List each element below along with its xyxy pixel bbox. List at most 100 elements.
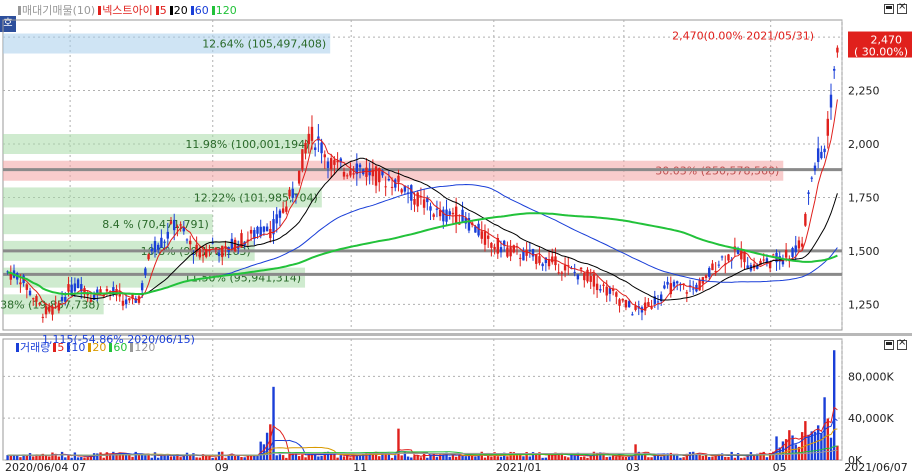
volume-bar	[406, 456, 410, 460]
candle-body	[493, 246, 496, 250]
volume-bar	[166, 455, 169, 460]
volume-bar	[400, 455, 403, 460]
candle-body	[823, 148, 826, 153]
volume-bar	[301, 454, 304, 460]
volume-bar	[336, 457, 339, 460]
candle-body	[346, 175, 349, 177]
volume-bar	[692, 451, 695, 460]
volume-bar	[73, 452, 77, 460]
candle-body	[663, 285, 666, 289]
volume-bar	[128, 454, 131, 460]
volume-bar	[198, 457, 202, 460]
candle-body	[676, 281, 679, 284]
candle-body	[624, 299, 628, 308]
candle-body	[288, 189, 291, 197]
candle-body	[352, 173, 355, 175]
volume-bar	[397, 428, 400, 460]
volume-bar	[454, 456, 458, 460]
candle-body	[711, 263, 714, 271]
volume-bar	[676, 455, 679, 460]
volume-bar	[483, 457, 487, 460]
volume-bar	[804, 421, 807, 460]
volume-bar	[413, 455, 416, 460]
volume-bar	[169, 456, 173, 460]
volume-bar	[794, 444, 797, 460]
candle-body	[576, 274, 580, 280]
candle-body	[442, 209, 445, 222]
volume-bar	[579, 456, 583, 460]
candle-body	[150, 248, 153, 252]
volume-bar	[567, 457, 570, 460]
candle-body	[320, 142, 323, 154]
volume-bar	[64, 457, 67, 460]
price-axis-label: 2,250	[848, 85, 880, 98]
volume-bar	[96, 453, 99, 460]
volume-bar	[259, 441, 262, 460]
candle-body	[762, 259, 765, 261]
candle-body	[708, 268, 711, 277]
volume-bar	[464, 456, 467, 460]
volume-bar	[419, 457, 423, 460]
candle-body	[454, 206, 458, 223]
volume-bar	[682, 457, 685, 460]
date-axis-label: 2021/06/07	[844, 461, 907, 474]
volume-bar	[615, 456, 618, 460]
candle-body	[631, 314, 634, 316]
volume-bar	[650, 457, 653, 460]
candle-body	[304, 142, 307, 154]
volume-profile-label: 11.98% (100,001,194)	[185, 138, 309, 151]
candle-body	[435, 208, 439, 210]
candle-body	[829, 94, 833, 108]
date-axis-label: 11	[353, 461, 367, 474]
volume-bar	[9, 455, 13, 460]
candle-body	[384, 186, 387, 188]
volume-bar	[486, 455, 490, 460]
volume-bar	[240, 457, 243, 460]
volume-bar	[349, 457, 352, 460]
candle-body	[583, 272, 586, 281]
volume-bar	[631, 456, 634, 460]
candle-body	[666, 281, 669, 285]
candle-body	[140, 283, 144, 291]
volume-bar	[800, 432, 804, 460]
candle-body	[144, 268, 147, 275]
volume-bar	[634, 444, 637, 460]
candle-body	[41, 316, 45, 318]
candle-body	[397, 175, 400, 183]
candle-body	[813, 165, 817, 171]
volume-bar	[621, 456, 624, 460]
candle-body	[73, 283, 77, 292]
candle-body	[128, 298, 131, 301]
volume-bar	[70, 457, 73, 460]
volume-bar	[83, 457, 86, 460]
price-chart[interactable]: 12.64% (105,497,408) 11.98% (100,001,194)…	[0, 0, 912, 475]
candle-body	[618, 299, 621, 306]
volume-bar	[99, 452, 102, 460]
candle-body	[28, 290, 32, 296]
volume-bar	[640, 454, 644, 460]
volume-bar	[16, 454, 19, 460]
candle-body	[326, 161, 330, 169]
candle-body	[541, 263, 544, 267]
volume-bar	[522, 456, 525, 460]
volume-bar	[586, 457, 589, 460]
candle-body	[416, 192, 419, 207]
candle-body	[156, 244, 160, 250]
candle-body	[269, 229, 272, 239]
candle-body	[179, 224, 182, 226]
price-axis-label: 2,000	[848, 138, 880, 151]
candle-body	[698, 280, 701, 291]
candle-body	[579, 267, 583, 270]
candle-body	[124, 299, 128, 305]
candle-body	[599, 289, 602, 291]
volume-bar	[32, 456, 35, 460]
price-axis-label: 1,500	[848, 245, 880, 258]
candle-body	[826, 118, 829, 136]
volume-bar	[192, 453, 195, 460]
volume-bar	[583, 456, 586, 460]
volume-bar	[102, 457, 105, 460]
volume-bar	[35, 455, 38, 460]
candle-body	[70, 284, 73, 295]
candle-body	[451, 212, 455, 215]
candle-body	[214, 247, 218, 249]
